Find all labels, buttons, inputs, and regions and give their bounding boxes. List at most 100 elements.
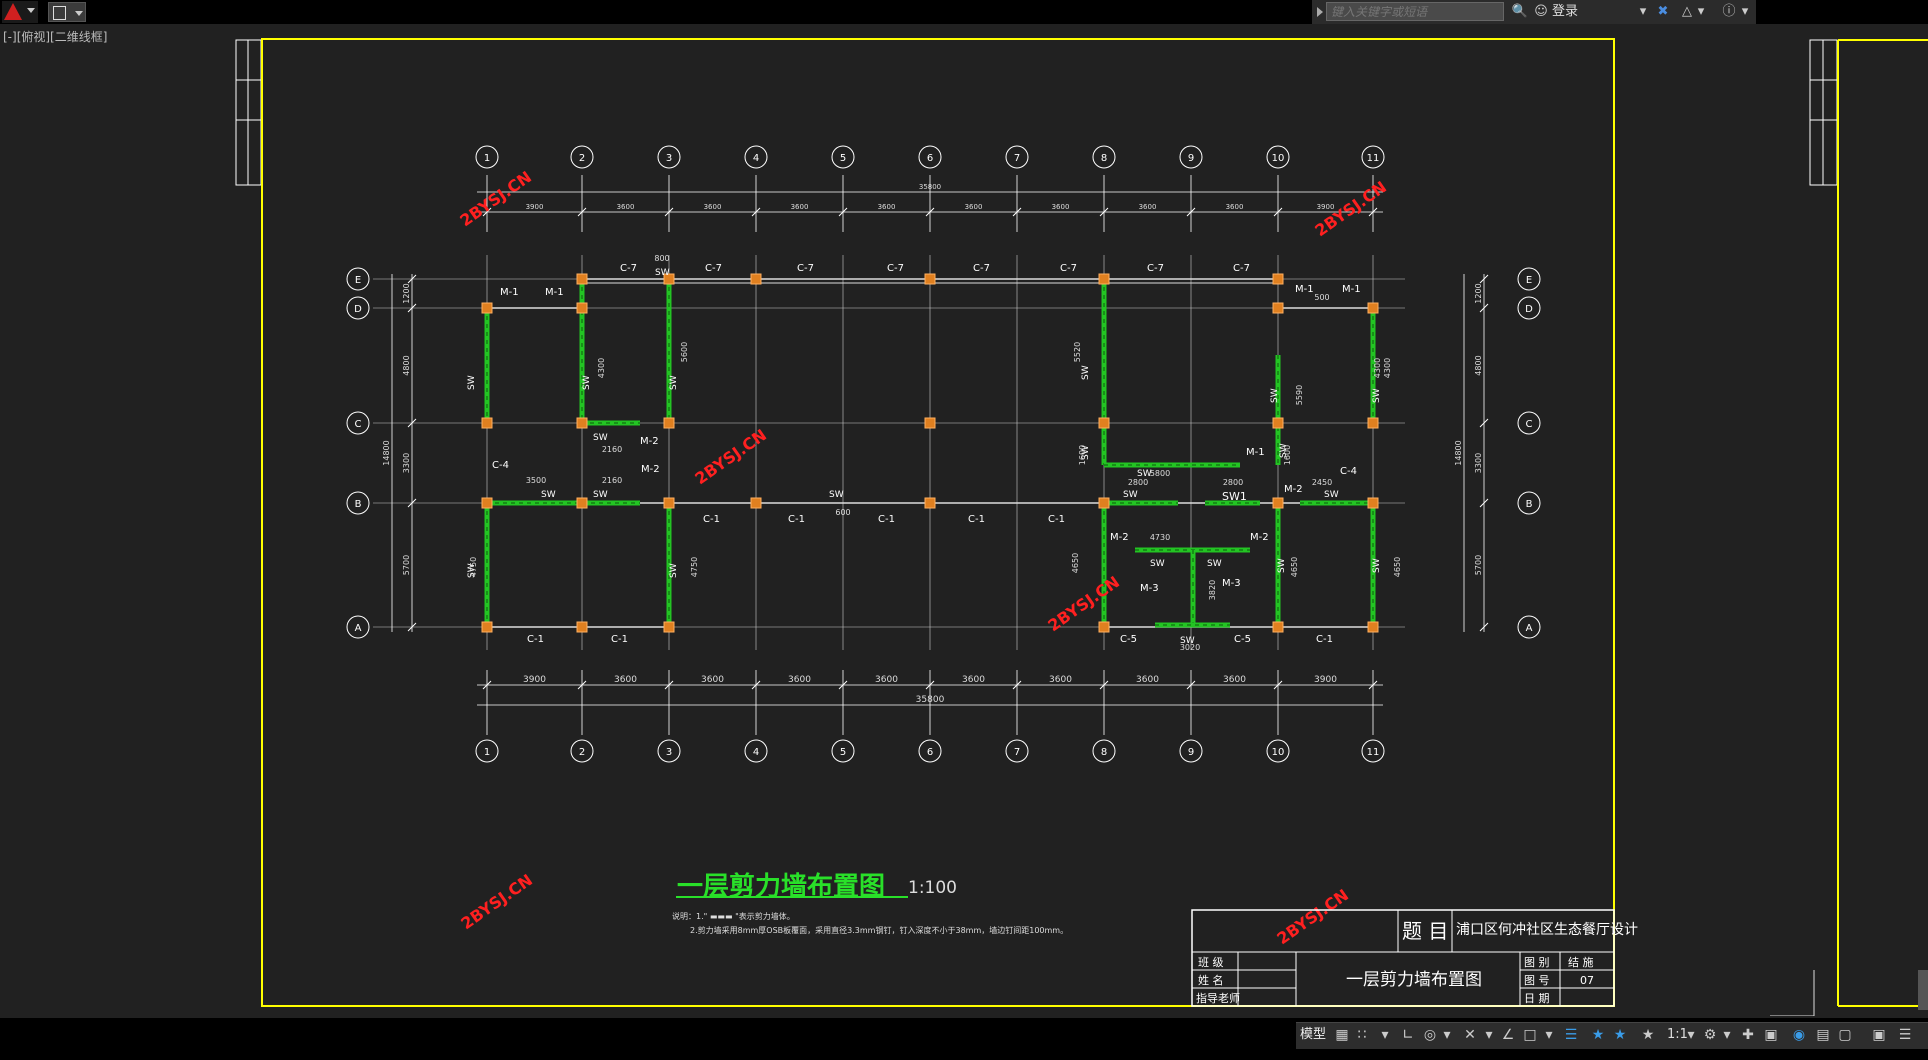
inner-dimension-text: 5520 xyxy=(1073,342,1082,362)
door-label-m3: M-3 xyxy=(1140,583,1159,594)
chevron-down-icon[interactable]: ▾ xyxy=(1686,1026,1696,1044)
shear-wall-label-sw: SW xyxy=(1324,490,1339,500)
shear-wall-label-sw: SW xyxy=(669,375,679,390)
door-label-m1: M-1 xyxy=(1295,284,1314,295)
chevron-down-icon[interactable]: ▾ xyxy=(1442,1026,1452,1044)
gear-icon[interactable]: ⚙ xyxy=(1702,1026,1718,1044)
chevron-down-icon[interactable]: ▾ xyxy=(1484,1026,1494,1044)
chevron-down-icon[interactable]: ▾ xyxy=(1544,1026,1554,1044)
window-label-c1: C-1 xyxy=(1316,634,1333,645)
dimension-text: 3600 xyxy=(617,203,635,211)
door-label-m3: M-3 xyxy=(1222,578,1241,589)
annotation-visibility-icon[interactable]: ★ xyxy=(1590,1026,1606,1044)
shear-wall-label-sw: SW xyxy=(1081,365,1091,380)
shear-wall-label-sw: SW xyxy=(582,375,592,390)
shear-wall-label-sw: SW xyxy=(1270,388,1280,403)
dimension-text: 3600 xyxy=(788,675,811,685)
axis-number: 1 xyxy=(484,747,490,758)
window-label-c7: C-7 xyxy=(973,263,990,274)
dimension-text: 3900 xyxy=(523,675,546,685)
inner-dimension-text: 3500 xyxy=(526,476,546,485)
window-label-c7: C-7 xyxy=(887,263,904,274)
door-label-m1: M-1 xyxy=(500,287,519,298)
inner-dimension-text: 4300 xyxy=(1373,358,1382,378)
dimension-text: 3600 xyxy=(1049,675,1072,685)
shear-wall-label-sw: SW xyxy=(1123,490,1138,500)
window-label-c4: C-4 xyxy=(492,460,509,471)
window-label-c7: C-7 xyxy=(797,263,814,274)
inner-dimension-text: 2160 xyxy=(602,445,622,454)
inner-dimension-text: 5800 xyxy=(1150,469,1170,478)
inner-dimension-text: 800 xyxy=(654,254,669,263)
window-label-c1: C-1 xyxy=(878,514,895,525)
dimension-text: 3600 xyxy=(875,675,898,685)
inner-dimension-text: 500 xyxy=(1314,293,1329,302)
dimension-text: 3600 xyxy=(614,675,637,685)
isodraft-icon[interactable]: ✕ xyxy=(1462,1026,1478,1044)
axis-number: 7 xyxy=(1014,747,1020,758)
object-snap-icon[interactable]: □ xyxy=(1522,1026,1538,1044)
ui-icon[interactable]: ▣ xyxy=(1762,1026,1780,1044)
window-label-c1: C-1 xyxy=(1048,514,1065,525)
axis-number: 10 xyxy=(1272,747,1285,758)
hardware-acceleration-icon[interactable]: ▤ xyxy=(1814,1026,1832,1044)
column xyxy=(481,497,493,509)
number-label: 图 号 xyxy=(1524,974,1550,987)
annotation-scale-icon[interactable]: ★ xyxy=(1640,1026,1656,1044)
clean-screen-icon[interactable]: ▢ xyxy=(1836,1026,1854,1044)
dimension-text: 4800 xyxy=(1474,355,1483,375)
window-label-c1: C-1 xyxy=(611,634,628,645)
axis-number: 2 xyxy=(579,747,585,758)
axis-number: 9 xyxy=(1188,747,1194,758)
axis-number: 5 xyxy=(840,153,846,164)
door-label-m1: M-1 xyxy=(545,287,564,298)
object-snap-tracking-icon[interactable]: ∠ xyxy=(1500,1026,1516,1044)
column xyxy=(663,417,675,429)
column xyxy=(663,497,675,509)
drawing-canvas[interactable]: 3900 3600 3600 3600 3600 3600 3600 3600 3600 3900… xyxy=(0,0,1928,1016)
window-label-c7: C-7 xyxy=(705,263,722,274)
inner-dimension-text: 1600 xyxy=(1078,445,1087,465)
dimension-text: 3600 xyxy=(791,203,809,211)
axis-number: 9 xyxy=(1188,153,1194,164)
annotation-scale[interactable]: 1:1 xyxy=(1667,1026,1688,1044)
column xyxy=(663,621,675,633)
inner-dimension-text: 2800 xyxy=(1223,478,1243,487)
ortho-icon[interactable]: ∟ xyxy=(1400,1026,1416,1044)
model-tab[interactable]: 模型 xyxy=(1300,1026,1326,1044)
category-label: 图 别 xyxy=(1524,956,1550,969)
inner-dimension-text: 1600 xyxy=(1283,445,1292,465)
axis-letter: E xyxy=(355,275,361,286)
column xyxy=(1272,417,1284,429)
plus-icon[interactable]: ✚ xyxy=(1740,1026,1756,1044)
inner-dimension-text: 2160 xyxy=(602,476,622,485)
vertical-scrollbar[interactable] xyxy=(1918,970,1928,1010)
dimension-text: 3600 xyxy=(962,675,985,685)
inner-dimension-text: 5600 xyxy=(680,342,689,362)
snap-icon[interactable]: ∷ xyxy=(1354,1026,1370,1044)
watermark-text: 2BYSJ.CN xyxy=(1044,572,1123,635)
project-name: 浦口区何冲社区生态餐厅设计 xyxy=(1456,922,1638,938)
watermark-text: 2BYSJ.CN xyxy=(691,425,770,488)
window-label-c1: C-1 xyxy=(527,634,544,645)
column xyxy=(750,273,762,285)
column xyxy=(481,417,493,429)
inner-dimension-text: 4750 xyxy=(690,557,699,577)
door-label-m2: M-2 xyxy=(1250,532,1269,543)
shear-wall-label-sw: SW xyxy=(655,268,670,278)
column xyxy=(1272,497,1284,509)
polar-icon[interactable]: ◎ xyxy=(1422,1026,1438,1044)
grid-icon[interactable]: ▦ xyxy=(1334,1026,1350,1044)
door-label-m1: M-1 xyxy=(1246,447,1265,458)
window-label-c1: C-1 xyxy=(788,514,805,525)
chevron-down-icon[interactable]: ▾ xyxy=(1380,1026,1390,1044)
inner-dimension-text: 4750 xyxy=(469,557,478,577)
chevron-down-icon[interactable]: ▾ xyxy=(1722,1026,1732,1044)
auto-scale-icon[interactable]: ★ xyxy=(1612,1026,1628,1044)
window-label-c1: C-1 xyxy=(968,514,985,525)
isolate-objects-icon[interactable]: ◉ xyxy=(1790,1026,1808,1044)
inner-dimension-text: 4730 xyxy=(1150,533,1170,542)
lineweight-icon[interactable]: ☰ xyxy=(1562,1026,1580,1044)
customization-menu-icon[interactable]: ☰ xyxy=(1896,1026,1914,1044)
fullscreen-icon[interactable]: ▣ xyxy=(1870,1026,1888,1044)
